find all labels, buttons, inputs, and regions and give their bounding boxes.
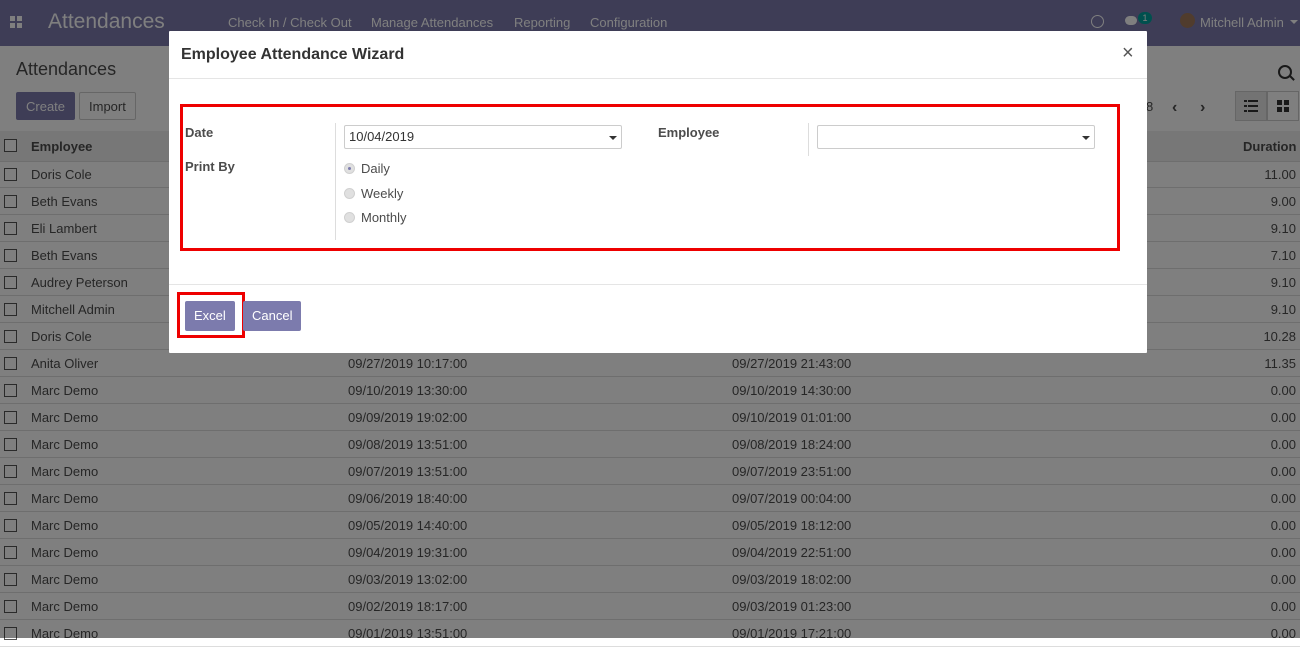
chevron-down-icon — [1082, 136, 1090, 140]
modal-header-divider — [169, 78, 1147, 79]
date-label: Date — [185, 125, 214, 140]
print-by-label: Print By — [185, 159, 235, 174]
radio-monthly-label[interactable]: Monthly — [361, 210, 407, 225]
date-field[interactable]: 10/04/2019 — [344, 125, 622, 149]
employee-label: Employee — [658, 125, 720, 140]
cancel-button[interactable]: Cancel — [243, 301, 302, 331]
label-divider — [335, 123, 336, 240]
modal-title: Employee Attendance Wizard — [181, 46, 405, 63]
employee-label-divider — [808, 123, 809, 156]
modal-footer-divider — [169, 284, 1147, 285]
radio-monthly[interactable] — [344, 212, 355, 223]
excel-button[interactable]: Excel — [185, 301, 235, 331]
employee-attendance-wizard: Employee Attendance Wizard × Date Print … — [169, 31, 1147, 353]
radio-daily-label[interactable]: Daily — [361, 161, 390, 176]
date-field-value: 10/04/2019 — [349, 129, 415, 144]
close-icon[interactable]: × — [1122, 42, 1134, 65]
radio-daily[interactable] — [344, 163, 355, 174]
employee-select[interactable] — [817, 125, 1095, 149]
chevron-down-icon — [609, 136, 617, 140]
radio-weekly[interactable] — [344, 188, 355, 199]
radio-weekly-label[interactable]: Weekly — [361, 186, 403, 201]
